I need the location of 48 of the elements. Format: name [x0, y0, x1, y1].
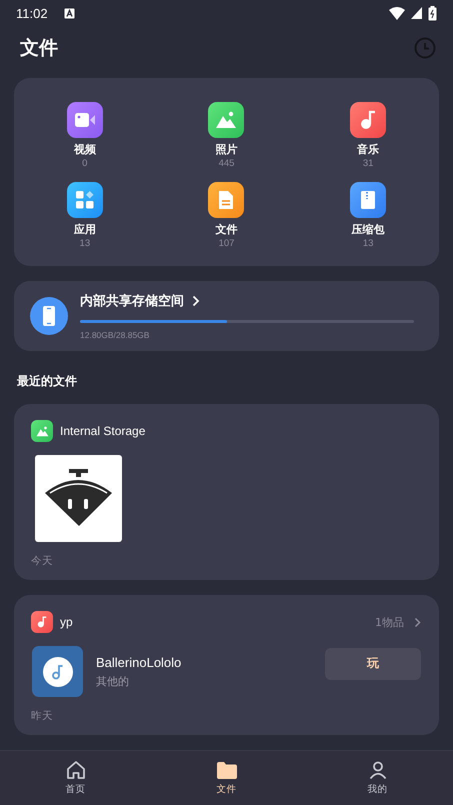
category-count: 107: [218, 238, 234, 250]
battery-icon: [428, 6, 437, 20]
chevron-icon: [192, 295, 200, 308]
source-name: yp: [60, 615, 73, 629]
audio-cover[interactable]: [32, 646, 83, 697]
category-label: 压缩包: [352, 222, 385, 238]
zip-category-icon[interactable]: [350, 182, 386, 218]
date-label: 今天: [31, 554, 54, 568]
signal-icon: [411, 7, 422, 19]
music-category-icon[interactable]: [350, 102, 386, 138]
category-count: 13: [80, 238, 90, 250]
person-icon: [368, 760, 388, 780]
storage-card[interactable]: 内部共享存储空间 12.80GB/28.85GB: [14, 281, 439, 351]
notification-icon: [64, 8, 75, 18]
category-count: 0: [82, 158, 88, 170]
section-heading: 最近的文件: [17, 373, 78, 390]
source-name: Internal Storage: [60, 424, 146, 438]
play-button[interactable]: 玩: [325, 648, 421, 680]
audio-title: BallerinoLololo: [96, 654, 182, 670]
page-title: 文件: [20, 36, 58, 61]
date-label: 昨天: [31, 709, 54, 723]
photo-category-icon[interactable]: [208, 102, 244, 138]
status-time: 11:02: [16, 6, 48, 20]
nav-tab[interactable]: 我的: [302, 751, 453, 805]
folder-icon: [216, 760, 238, 780]
app-category-icon[interactable]: [66, 182, 103, 218]
category-label: 视频: [74, 142, 96, 158]
phone-icon: [30, 297, 68, 336]
category-label: 照片: [215, 142, 238, 158]
music-source-icon: [31, 611, 53, 633]
nav-tab[interactable]: 首页: [0, 751, 151, 805]
nav-tab[interactable]: 文件: [151, 751, 302, 805]
wifi-icon: [389, 6, 405, 20]
storage-reading: 12.80GB/28.85GB: [80, 330, 150, 340]
chevron-icon[interactable]: [414, 616, 421, 628]
category-count: 31: [362, 158, 374, 170]
video-category-icon[interactable]: [66, 102, 103, 138]
doc-category-icon[interactable]: [208, 182, 244, 218]
category-label: 音乐: [357, 142, 380, 158]
category-label: 应用: [74, 222, 96, 238]
home-icon: [66, 760, 86, 780]
music-note-icon: [42, 656, 72, 686]
photo-source-icon: [31, 420, 53, 442]
storage-title: 内部共享存储空间: [80, 292, 184, 310]
category-label: 文件: [215, 222, 238, 238]
audio-subtitle: 其他的: [96, 674, 130, 688]
category-count: 445: [218, 158, 234, 170]
category-count: 13: [362, 238, 374, 250]
